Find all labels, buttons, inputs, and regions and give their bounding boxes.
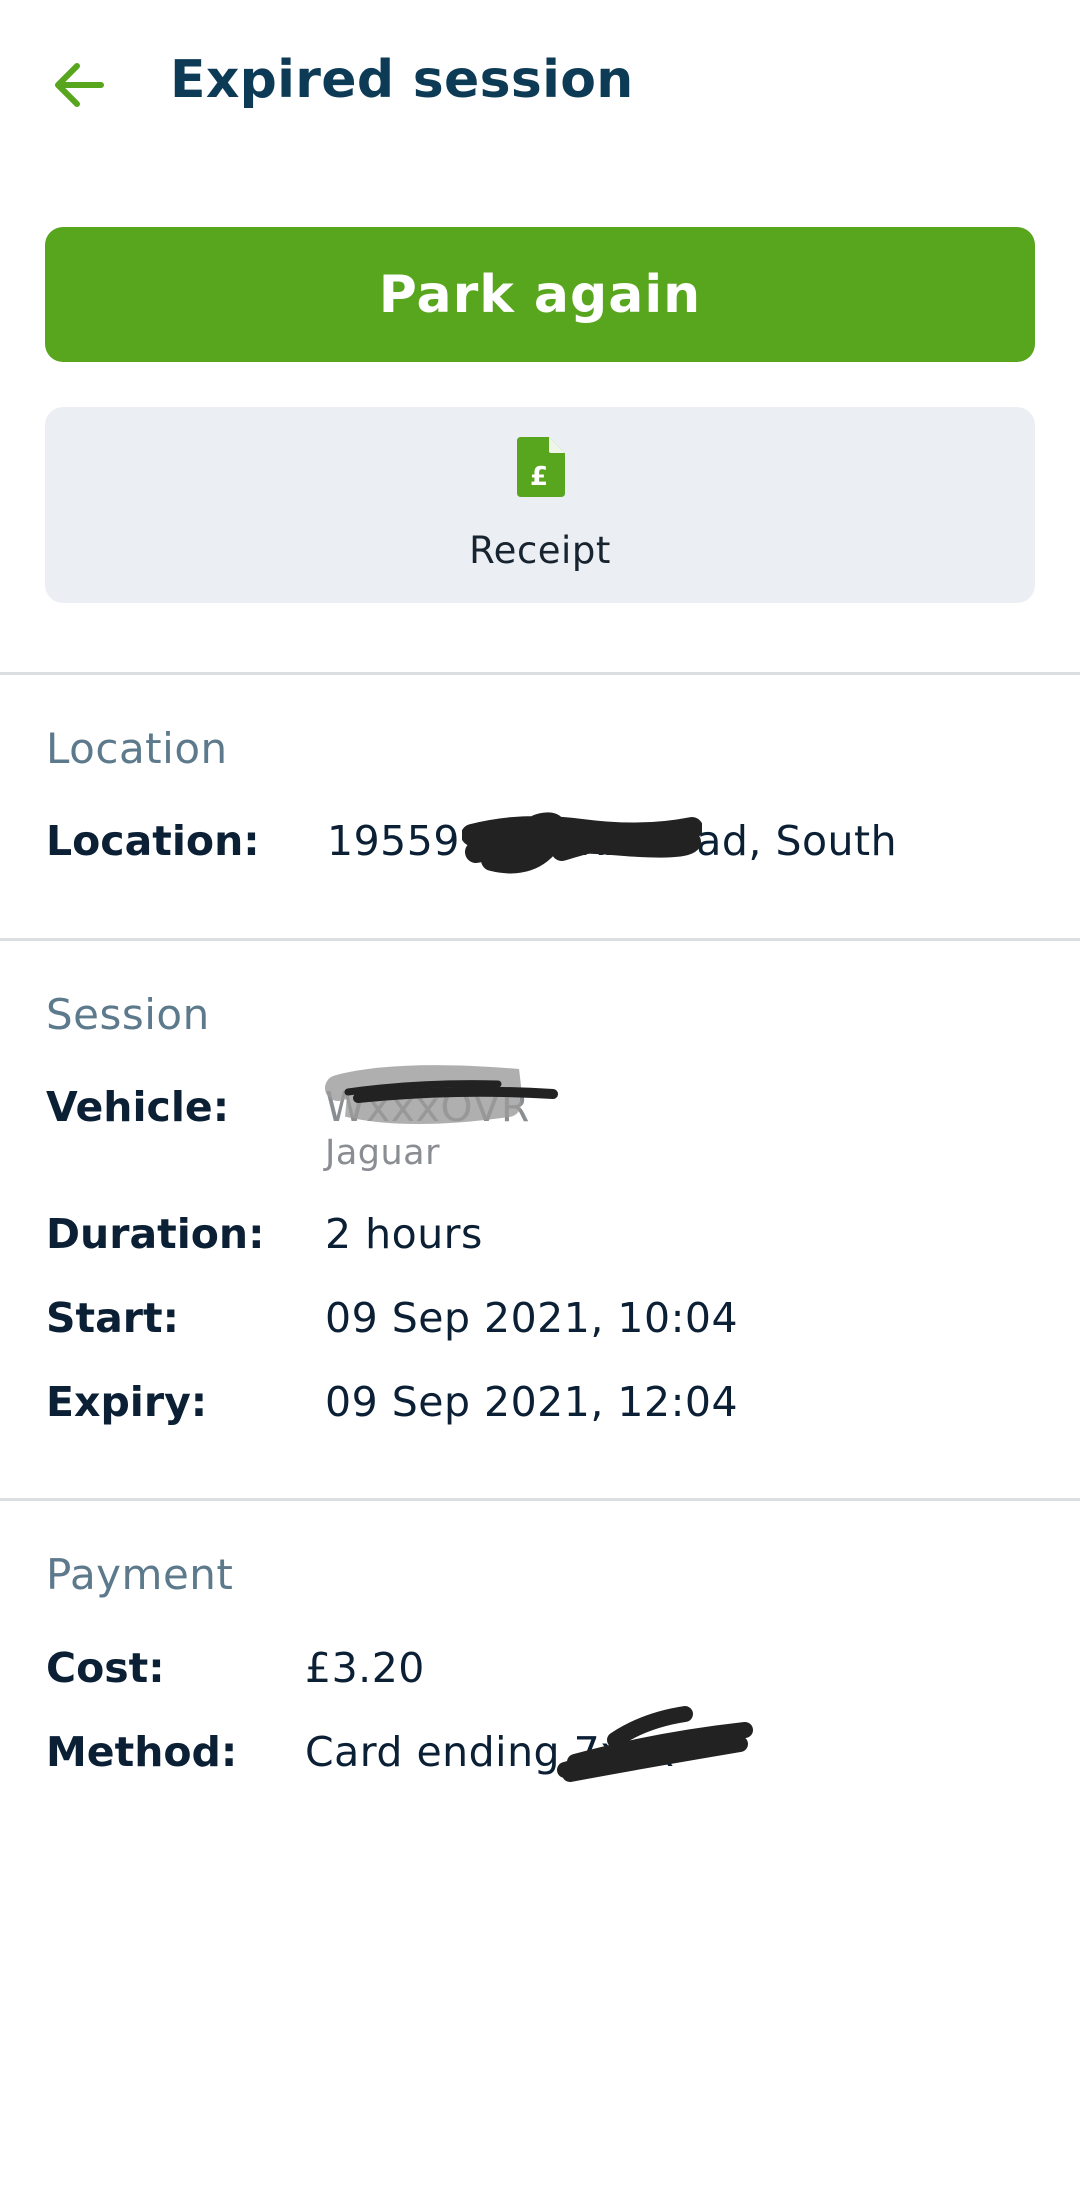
duration-label: Duration: — [46, 1210, 265, 1258]
vehicle-make: Jaguar — [325, 1133, 441, 1173]
park-again-button[interactable]: Park again — [45, 227, 1035, 362]
document-pound-icon: £ — [517, 437, 565, 497]
vehicle-registration: WxxxOVR — [325, 1083, 530, 1131]
arrow-left-icon — [55, 63, 104, 107]
location-label: Location: — [46, 817, 260, 865]
payment-method-value: Card ending 7xxx — [305, 1728, 675, 1776]
start-value: 09 Sep 2021, 10:04 — [325, 1294, 739, 1342]
location-value: 19559 - Bxxxx Road, South — [327, 817, 898, 865]
location-section-title: Location — [46, 724, 228, 773]
vehicle-label: Vehicle: — [46, 1083, 230, 1131]
cost-value: £3.20 — [305, 1644, 425, 1692]
divider — [0, 938, 1080, 941]
page-title: Expired session — [170, 50, 634, 110]
expiry-label: Expiry: — [46, 1378, 208, 1426]
duration-value: 2 hours — [325, 1210, 483, 1258]
cost-label: Cost: — [46, 1644, 165, 1692]
receipt-label: Receipt — [469, 529, 611, 572]
payment-section-title: Payment — [46, 1550, 234, 1599]
start-label: Start: — [46, 1294, 180, 1342]
session-section-title: Session — [46, 990, 210, 1039]
receipt-button[interactable]: £ Receipt — [45, 407, 1035, 603]
svg-text:£: £ — [530, 462, 548, 492]
app-header: Expired session — [0, 0, 1080, 165]
divider — [0, 672, 1080, 675]
back-button[interactable] — [46, 52, 112, 118]
divider — [0, 1498, 1080, 1501]
expiry-value: 09 Sep 2021, 12:04 — [325, 1378, 739, 1426]
method-label: Method: — [46, 1728, 238, 1776]
